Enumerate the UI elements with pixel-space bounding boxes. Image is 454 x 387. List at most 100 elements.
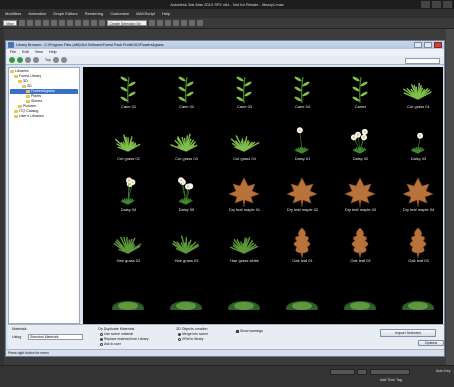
thumbnail-item[interactable]: Oak leaf 03: [391, 223, 443, 264]
refresh-icon[interactable]: [33, 57, 39, 63]
undo-icon[interactable]: [18, 20, 25, 26]
minimize-icon[interactable]: [421, 1, 430, 8]
thumbnail-item[interactable]: Daisy 05: [159, 172, 214, 213]
library-search-input[interactable]: [405, 57, 440, 64]
thumbnail-item[interactable]: Cane 04: [275, 69, 330, 110]
thumbnail-item[interactable]: Daisy 04: [101, 172, 156, 213]
thumbnail-item[interactable]: Cane 03: [217, 69, 272, 110]
thumbnail-item[interactable]: Dry leaf maple 02: [275, 172, 330, 213]
thumbnail-item[interactable]: Daisy 01: [275, 121, 330, 162]
radio-selected-icon: [100, 337, 103, 341]
library-close-icon[interactable]: [434, 42, 442, 48]
view-dropdown[interactable]: View: [3, 20, 17, 26]
menu-maxscript[interactable]: MAXScript: [136, 9, 155, 18]
library-menu-help[interactable]: Help: [49, 49, 57, 56]
obj-option-0[interactable]: Merge into scene: [178, 332, 208, 336]
mirror-icon[interactable]: [148, 20, 155, 26]
close-icon[interactable]: [443, 1, 452, 8]
thumbnail-label: Cut grass 01: [407, 104, 430, 109]
zoom-in-icon[interactable]: [52, 57, 59, 63]
library-menu-view[interactable]: View: [35, 49, 43, 56]
forward-icon[interactable]: [17, 57, 23, 63]
redo-icon[interactable]: [26, 20, 33, 26]
library-menu-edit[interactable]: Edit: [22, 49, 29, 56]
thumbnail-item[interactable]: Daisy 03: [391, 121, 443, 162]
thumbnail-item[interactable]: Hair grass 03: [159, 223, 214, 264]
link-icon[interactable]: [34, 20, 41, 26]
dup-option-2[interactable]: Ask to user: [100, 342, 121, 346]
thumbnail-item[interactable]: [275, 274, 330, 315]
thumbnail-item[interactable]: Cut grass 01: [391, 69, 443, 110]
thumbnail-grid: Cane 01 Cane 02 Cane 03 Cane 04 Canez Cut gra…: [83, 67, 443, 324]
unlink-icon[interactable]: [42, 20, 49, 26]
menu-graph-editors[interactable]: Graph Editors: [53, 9, 78, 18]
thumbnail-item[interactable]: Cut grass 03: [159, 121, 214, 162]
back-icon[interactable]: [9, 57, 15, 63]
max-bottom-bar: Add Time Tag Auto Key: [0, 365, 454, 387]
menu-animation[interactable]: Animation: [28, 9, 46, 18]
thumbnail-label: Daisy 04: [120, 207, 137, 212]
named-selection-field[interactable]: Create Selection Se: [106, 20, 147, 26]
library-maximize-icon[interactable]: [424, 42, 432, 48]
align-icon[interactable]: [156, 20, 163, 26]
toolbar-label: Top: [45, 58, 51, 62]
maximize-icon[interactable]: [432, 1, 441, 8]
scale-icon[interactable]: [82, 20, 89, 26]
x-coord-field[interactable]: [330, 369, 355, 375]
thumbnail-item[interactable]: Cut grass 02: [101, 121, 156, 162]
library-menu-file[interactable]: File: [10, 49, 16, 56]
angle-snap-icon[interactable]: [98, 20, 105, 26]
auto-key-button[interactable]: Auto Key: [436, 369, 451, 373]
tree-node[interactable]: User's Libraries: [10, 114, 78, 119]
time-field[interactable]: [370, 369, 410, 375]
render-icon[interactable]: [196, 20, 203, 26]
thumbnail-item[interactable]: Cane 02: [159, 69, 214, 110]
lock-icon[interactable]: [357, 369, 367, 375]
snap-icon[interactable]: [90, 20, 97, 26]
thumbnail-item[interactable]: Oak leaf 01: [275, 223, 330, 264]
menu-modifiers[interactable]: Modifiers: [5, 9, 21, 18]
material-type-select[interactable]: Standard Materials: [28, 334, 83, 340]
dup-option-0[interactable]: Use scene material: [100, 332, 133, 336]
up-folder-icon[interactable]: [25, 57, 31, 63]
thumbnail-item[interactable]: Daisy 02: [333, 121, 388, 162]
menu-rendering[interactable]: Rendering: [85, 9, 103, 18]
menu-help[interactable]: Help: [162, 9, 170, 18]
menu-customize[interactable]: Customize: [110, 9, 129, 18]
curve-editor-icon[interactable]: [172, 20, 179, 26]
thumbnail-item[interactable]: Cane 01: [101, 69, 156, 110]
dup-option-1[interactable]: Replace material from Library: [100, 337, 148, 341]
thumbnail-item[interactable]: Cut grass 04: [217, 121, 272, 162]
thumbnail-item[interactable]: [217, 274, 272, 315]
show-warnings-checkbox[interactable]: Show warnings: [236, 329, 263, 333]
radio-icon: [178, 337, 181, 341]
move-icon[interactable]: [66, 20, 73, 26]
thumbnail-item[interactable]: [159, 274, 214, 315]
import-selected-button[interactable]: Import Selected: [380, 329, 436, 337]
folder-icon: [26, 90, 30, 93]
options-button[interactable]: Options: [418, 340, 444, 346]
thumbnail-item[interactable]: [333, 274, 388, 315]
thumbnail-label: Dry leaf maple 04: [402, 207, 435, 212]
select-icon[interactable]: [50, 20, 57, 26]
layer-icon[interactable]: [164, 20, 171, 26]
add-time-tag-button[interactable]: Add Time Tag: [380, 378, 402, 382]
material-editor-icon[interactable]: [180, 20, 187, 26]
zoom-out-icon[interactable]: [60, 57, 67, 63]
library-browser-window: Library Browser - C:\Program Files (x86)…: [5, 40, 445, 357]
obj-option-1[interactable]: XRef to library: [178, 337, 203, 341]
rotate-icon[interactable]: [74, 20, 81, 26]
thumbnail-item[interactable]: Hair grass white: [217, 223, 272, 264]
render-setup-icon[interactable]: [188, 20, 195, 26]
thumbnail-item[interactable]: Dry leaf maple 01: [217, 172, 272, 213]
thumbnail-item[interactable]: Dry leaf maple 03: [333, 172, 388, 213]
library-minimize-icon[interactable]: [414, 42, 422, 48]
thumbnail-item[interactable]: Canez: [333, 69, 388, 110]
thumbnail-item[interactable]: [101, 274, 156, 315]
thumbnail-item[interactable]: [391, 274, 443, 315]
thumbnail-item[interactable]: Hair grass 02: [101, 223, 156, 264]
thumbnail-item[interactable]: Dry leaf maple 04: [391, 172, 443, 213]
select-region-icon[interactable]: [58, 20, 65, 26]
daisy-thumbnail-icon: [294, 127, 309, 154]
thumbnail-item[interactable]: Oak leaf 02: [333, 223, 388, 264]
